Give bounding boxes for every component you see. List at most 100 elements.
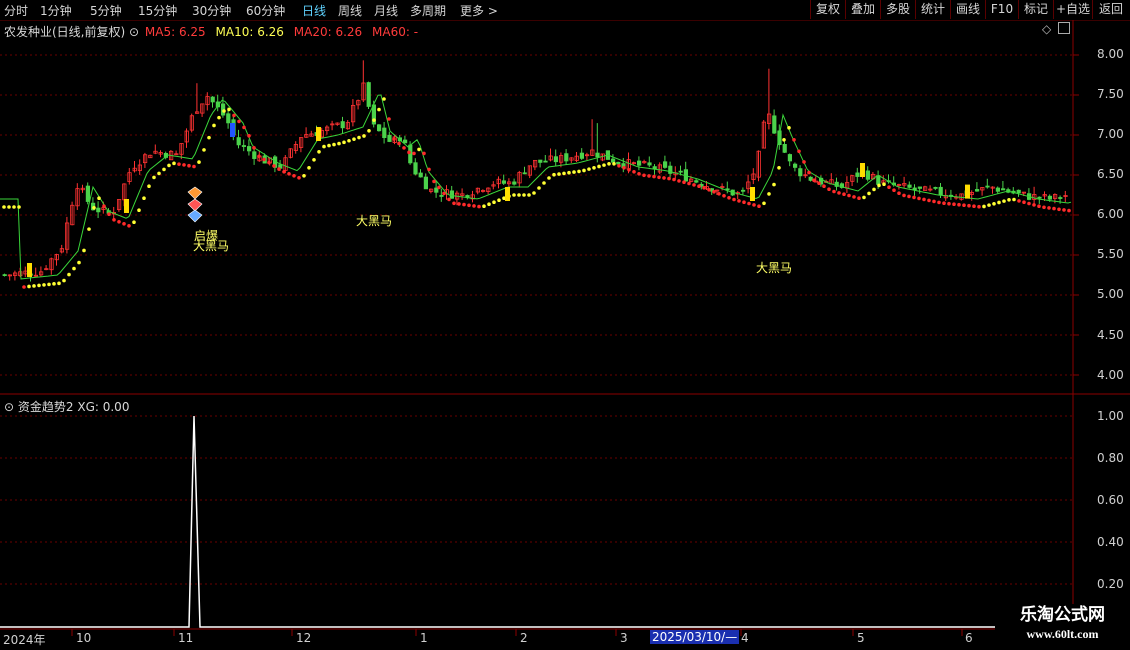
period-tab-1min[interactable]: 1分钟 xyxy=(40,2,72,19)
main-chart[interactable] xyxy=(0,20,1130,650)
trend-dot xyxy=(532,191,536,195)
trend-dot xyxy=(347,138,351,143)
x-tick: 10 xyxy=(76,631,92,645)
candle-body xyxy=(241,145,246,147)
candle-body xyxy=(246,146,252,152)
trend-dot xyxy=(847,193,851,198)
period-tab-monthly[interactable]: 月线 xyxy=(374,2,398,19)
candle-body xyxy=(538,159,543,163)
trend-dot xyxy=(252,146,256,150)
period-tab-multi[interactable]: 多周期 xyxy=(410,2,446,19)
trend-dot xyxy=(62,278,66,283)
trend-dot xyxy=(42,283,46,287)
trend-dot xyxy=(382,97,386,101)
trend-dot xyxy=(927,198,931,203)
f10-button[interactable]: F10 xyxy=(985,0,1018,19)
trend-dot xyxy=(622,166,626,170)
trend-dot xyxy=(767,192,771,196)
collapse-icon[interactable]: ⊙ xyxy=(4,400,14,414)
trend-dot xyxy=(182,163,186,167)
add-favorite-button[interactable]: +自选 xyxy=(1053,0,1092,19)
trend-dot xyxy=(267,160,271,165)
trend-dot xyxy=(287,172,291,176)
trend-dot xyxy=(427,167,431,172)
trend-dot xyxy=(902,193,906,198)
trend-dot xyxy=(707,188,711,192)
trend-dot xyxy=(312,158,316,162)
period-tab-15min[interactable]: 15分钟 xyxy=(138,2,177,19)
period-tab-60min[interactable]: 60分钟 xyxy=(246,2,285,19)
trend-dot xyxy=(142,196,146,200)
candle-body xyxy=(985,185,990,188)
candle-body xyxy=(402,139,408,144)
window-icon[interactable] xyxy=(1058,22,1070,34)
period-tab-fenshi[interactable]: 分时 xyxy=(4,2,28,19)
trend-dot xyxy=(97,196,101,200)
trend-dot xyxy=(962,203,966,207)
trend-dot xyxy=(147,184,151,188)
signal-marker xyxy=(860,163,865,177)
trend-dot xyxy=(777,166,781,170)
diamond-icon[interactable]: ◇ xyxy=(1042,22,1051,36)
trend-dot xyxy=(492,200,496,204)
trend-dot xyxy=(67,272,71,277)
trend-dot xyxy=(1052,206,1056,211)
trend-dot xyxy=(157,171,161,176)
trend-dot xyxy=(867,191,871,196)
trend-dot xyxy=(842,192,846,196)
trend-dot xyxy=(757,204,761,208)
trend-dot xyxy=(667,176,671,181)
period-tab-more[interactable]: 更多 > xyxy=(460,2,498,19)
overlay-button[interactable]: 叠加 xyxy=(845,0,880,19)
period-tab-5min[interactable]: 5分钟 xyxy=(90,2,122,19)
signal-marker xyxy=(230,123,235,137)
trend-dot xyxy=(872,187,876,192)
fuquan-button[interactable]: 复权 xyxy=(810,0,845,19)
period-tab-30min[interactable]: 30分钟 xyxy=(192,2,231,19)
trend-dot xyxy=(352,137,356,141)
y-tick: 5.50 xyxy=(1097,247,1124,261)
trend-dot xyxy=(892,188,896,192)
mark-button[interactable]: 标记 xyxy=(1018,0,1053,19)
y-tick: 4.00 xyxy=(1097,368,1124,382)
candle-body xyxy=(512,181,517,185)
candle-body xyxy=(595,152,600,158)
back-button[interactable]: 返回 xyxy=(1092,0,1129,19)
trend-dot xyxy=(607,162,611,166)
trend-dot xyxy=(832,189,836,194)
candle-body xyxy=(553,156,559,163)
trend-dot xyxy=(987,203,991,207)
trend-dot xyxy=(652,174,656,179)
trend-dot xyxy=(72,266,76,271)
trend-dot xyxy=(457,202,461,206)
trend-dot xyxy=(137,208,141,212)
trend-dot xyxy=(992,202,996,206)
y-tick: 7.50 xyxy=(1097,87,1124,101)
stats-button[interactable]: 统计 xyxy=(915,0,950,19)
trend-dot xyxy=(642,173,646,178)
trend-dot xyxy=(637,172,641,176)
draw-line-button[interactable]: 画线 xyxy=(950,0,985,19)
trend-dot xyxy=(822,184,826,188)
signal-marker xyxy=(965,184,970,199)
trend-dot xyxy=(562,171,566,176)
candle-body xyxy=(376,124,382,132)
trend-dot xyxy=(557,172,561,176)
candle-body xyxy=(340,121,345,129)
trend-dot xyxy=(942,201,946,205)
sub-y-tick: 0.80 xyxy=(1097,451,1124,465)
sub-y-tick: 0.60 xyxy=(1097,493,1124,507)
stock-title: 农发种业(日线,前复权) xyxy=(4,25,126,39)
candle-body xyxy=(912,187,917,191)
collapse-icon[interactable]: ⊙ xyxy=(129,25,139,39)
candle-body xyxy=(413,162,418,175)
crosshair-date-label: 2025/03/10/— xyxy=(650,630,740,644)
multi-stock-button[interactable]: 多股 xyxy=(880,0,915,19)
candle-body xyxy=(995,187,1001,192)
trend-dot xyxy=(392,137,396,141)
trend-dot xyxy=(497,198,501,202)
candle-body xyxy=(917,186,923,189)
y-tick: 7.00 xyxy=(1097,127,1124,141)
period-tab-weekly[interactable]: 周线 xyxy=(338,2,362,19)
period-tab-daily[interactable]: 日线 xyxy=(302,2,326,19)
